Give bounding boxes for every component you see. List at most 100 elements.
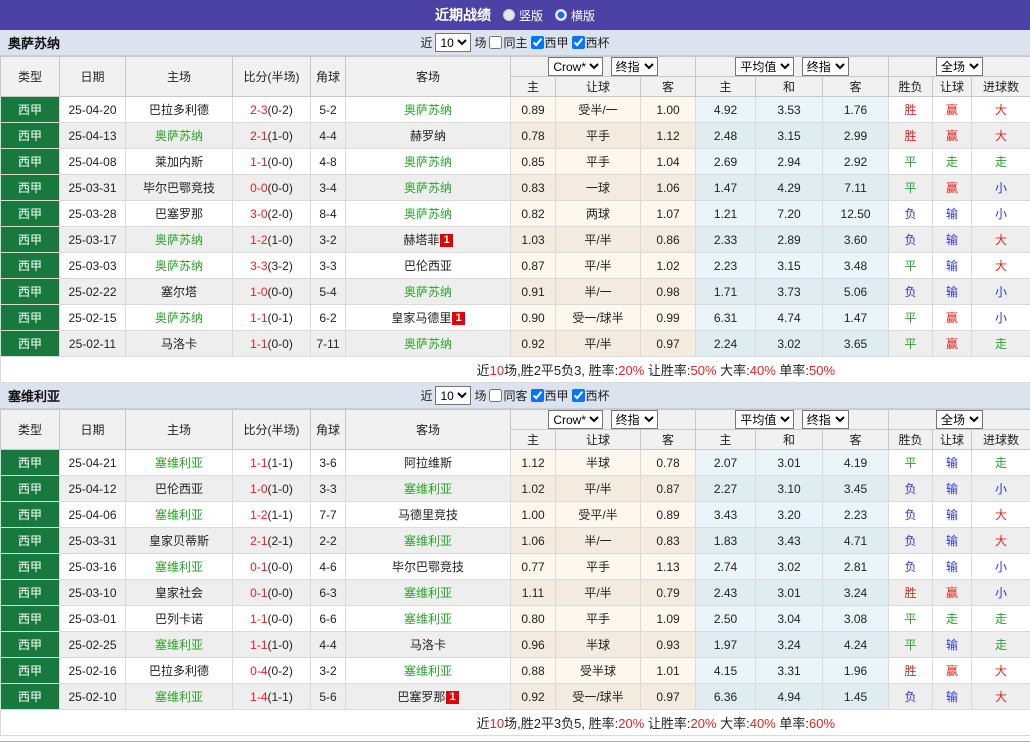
final-odds-select[interactable]: 终指 bbox=[611, 410, 658, 429]
odds-home: 0.89 bbox=[511, 97, 556, 123]
radio-unselected-icon[interactable] bbox=[503, 9, 515, 21]
match-row: 西甲25-04-06塞维利亚1-2(1-1)7-7马德里竞技1.00受平/半0.… bbox=[1, 502, 1030, 528]
radio-vertical[interactable]: 竖版 bbox=[503, 7, 543, 24]
games-count-select[interactable]: 10 bbox=[435, 386, 471, 405]
avg-away: 5.06 bbox=[823, 279, 889, 305]
sub-header-goals: 进球数 bbox=[972, 77, 1030, 97]
away-team: 塞维利亚 bbox=[346, 658, 511, 684]
date-cell: 25-04-21 bbox=[60, 450, 126, 476]
cup-option[interactable]: 西杯 bbox=[572, 34, 610, 51]
odds-home: 1.06 bbox=[511, 528, 556, 554]
date-cell: 25-04-12 bbox=[60, 476, 126, 502]
league-cell: 西甲 bbox=[1, 175, 60, 201]
corner-cell: 5-4 bbox=[311, 279, 346, 305]
date-cell: 25-02-11 bbox=[60, 331, 126, 357]
avg-away: 3.60 bbox=[823, 227, 889, 253]
result-goals: 走 bbox=[972, 606, 1030, 632]
result-goals: 大 bbox=[972, 658, 1030, 684]
avg-away: 1.96 bbox=[823, 658, 889, 684]
league-option[interactable]: 西甲 bbox=[531, 34, 569, 51]
corner-cell: 6-2 bbox=[311, 305, 346, 331]
average-final-select[interactable]: 终指 bbox=[802, 410, 849, 429]
sub-header-result: 胜负 bbox=[889, 430, 933, 450]
league-cell: 西甲 bbox=[1, 528, 60, 554]
odds-home: 0.92 bbox=[511, 331, 556, 357]
sub-header-goals: 进球数 bbox=[972, 430, 1030, 450]
sub-header-avg-home: 主 bbox=[696, 430, 756, 450]
average-odds-group: 平均值 终指 bbox=[696, 410, 889, 430]
avg-home: 2.48 bbox=[696, 123, 756, 149]
same-venue-option[interactable]: 同主 bbox=[489, 34, 527, 51]
result-handicap: 输 bbox=[933, 476, 972, 502]
date-cell: 25-03-28 bbox=[60, 201, 126, 227]
result-goals: 走 bbox=[972, 149, 1030, 175]
final-odds-select[interactable]: 终指 bbox=[611, 57, 658, 76]
result-goals: 走 bbox=[972, 632, 1030, 658]
league-cell: 西甲 bbox=[1, 450, 60, 476]
score-cell: 1-1(0-0) bbox=[233, 149, 311, 175]
cup-checkbox[interactable] bbox=[572, 389, 585, 402]
home-team: 塞维利亚 bbox=[126, 554, 233, 580]
average-select[interactable]: 平均值 bbox=[735, 57, 794, 76]
score-cell: 2-3(0-2) bbox=[233, 97, 311, 123]
bottom-divider bbox=[0, 736, 1030, 742]
result-outcome: 平 bbox=[889, 606, 933, 632]
average-final-select[interactable]: 终指 bbox=[802, 57, 849, 76]
result-outcome: 负 bbox=[889, 279, 933, 305]
avg-draw: 2.89 bbox=[756, 227, 823, 253]
same-venue-option[interactable]: 同客 bbox=[489, 387, 527, 404]
radio-horizontal[interactable]: 横版 bbox=[555, 7, 595, 24]
radio-selected-icon[interactable] bbox=[555, 9, 567, 21]
col-header-type: 类型 bbox=[1, 57, 60, 97]
avg-home: 1.47 bbox=[696, 175, 756, 201]
cup-option[interactable]: 西杯 bbox=[572, 387, 610, 404]
away-team: 奥萨苏纳 bbox=[346, 97, 511, 123]
fulltime-select[interactable]: 全场 bbox=[936, 410, 983, 429]
home-team: 莱加内斯 bbox=[126, 149, 233, 175]
sub-header-avg-home: 主 bbox=[696, 77, 756, 97]
odds-away: 0.99 bbox=[641, 305, 696, 331]
sub-header-avg-away: 客 bbox=[823, 430, 889, 450]
league-cell: 西甲 bbox=[1, 632, 60, 658]
average-select[interactable]: 平均值 bbox=[735, 410, 794, 429]
odds-handicap: 平手 bbox=[556, 606, 641, 632]
cup-checkbox[interactable] bbox=[572, 36, 585, 49]
league-cell: 西甲 bbox=[1, 123, 60, 149]
home-team: 巴拉多利德 bbox=[126, 97, 233, 123]
match-row: 西甲25-02-22塞尔塔1-0(0-0)5-4奥萨苏纳0.91半/一0.981… bbox=[1, 279, 1030, 305]
col-header-home: 主场 bbox=[126, 57, 233, 97]
result-outcome: 负 bbox=[889, 684, 933, 710]
result-outcome: 负 bbox=[889, 554, 933, 580]
away-team: 巴塞罗那1 bbox=[346, 684, 511, 710]
odds-company-select[interactable]: Crow* bbox=[548, 410, 603, 429]
league-checkbox[interactable] bbox=[531, 389, 544, 402]
odds-company-select[interactable]: Crow* bbox=[548, 57, 603, 76]
same-venue-label: 同客 bbox=[503, 387, 527, 404]
odds-away: 0.86 bbox=[641, 227, 696, 253]
league-cell: 西甲 bbox=[1, 554, 60, 580]
league-option[interactable]: 西甲 bbox=[531, 387, 569, 404]
team-name: 塞维利亚 bbox=[8, 386, 60, 405]
summary-text: 近 bbox=[477, 716, 490, 731]
col-header-date: 日期 bbox=[60, 410, 126, 450]
odds-handicap: 平手 bbox=[556, 554, 641, 580]
fulltime-select[interactable]: 全场 bbox=[936, 57, 983, 76]
col-header-score: 比分(半场) bbox=[233, 410, 311, 450]
score-cell: 3-0(2-0) bbox=[233, 201, 311, 227]
result-goals: 大 bbox=[972, 227, 1030, 253]
away-team: 奥萨苏纳 bbox=[346, 331, 511, 357]
sub-header-away-odds: 客 bbox=[641, 77, 696, 97]
league-checkbox[interactable] bbox=[531, 36, 544, 49]
date-cell: 25-03-16 bbox=[60, 554, 126, 580]
corner-cell: 5-2 bbox=[311, 97, 346, 123]
odds-home: 1.03 bbox=[511, 227, 556, 253]
games-count-select[interactable]: 10 bbox=[435, 33, 471, 52]
same-venue-checkbox[interactable] bbox=[489, 36, 502, 49]
same-venue-checkbox[interactable] bbox=[489, 389, 502, 402]
away-team: 阿拉维斯 bbox=[346, 450, 511, 476]
summary-text: 近 bbox=[477, 363, 490, 378]
red-card-badge: 1 bbox=[440, 234, 452, 247]
away-team: 巴伦西亚 bbox=[346, 253, 511, 279]
odds-handicap: 半/一 bbox=[556, 528, 641, 554]
date-cell: 25-03-03 bbox=[60, 253, 126, 279]
